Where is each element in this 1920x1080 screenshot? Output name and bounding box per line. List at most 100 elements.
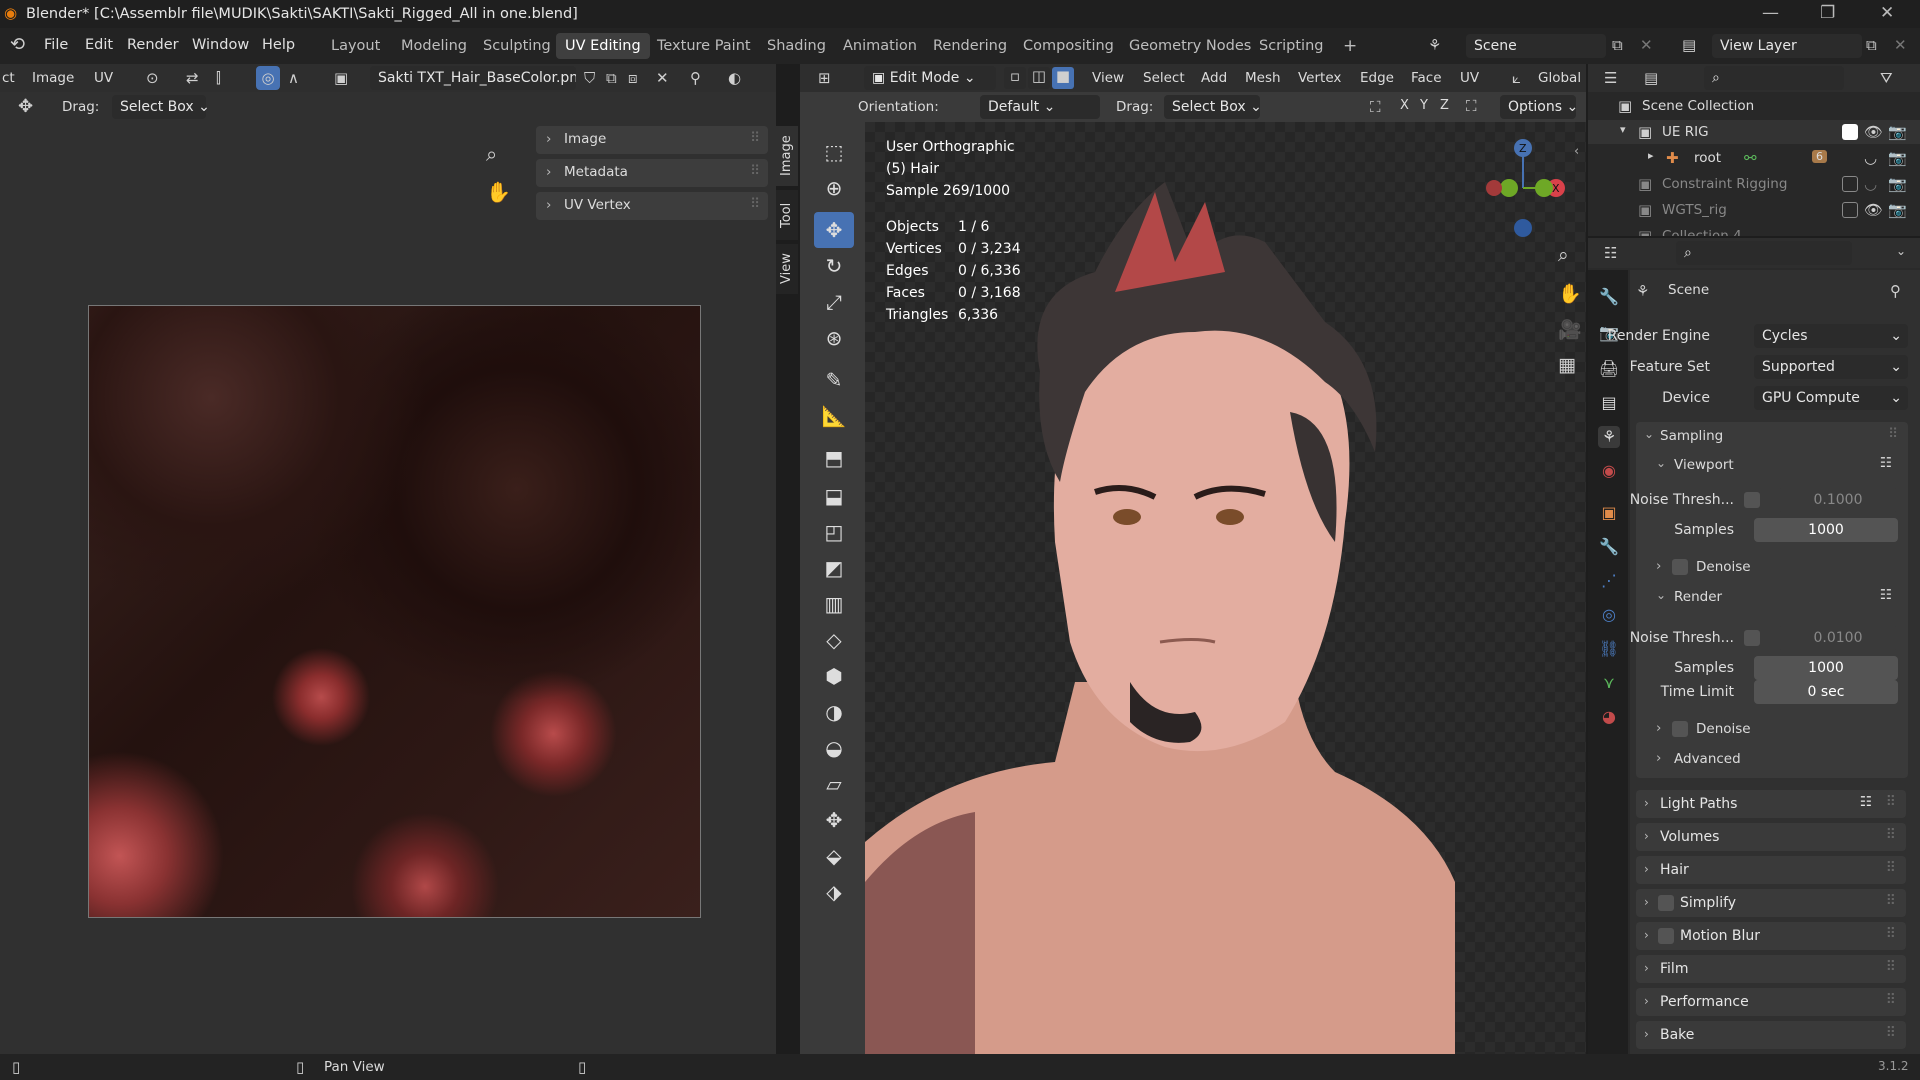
pivot-icon[interactable]: ⊙ [146,69,159,87]
overlay-icon[interactable]: ◐ [728,69,741,87]
panel-image[interactable]: › Image ⠿ [536,126,768,154]
panel-film[interactable]: › Film ⠿ [1636,955,1906,983]
pan-hand-icon[interactable]: ✋ [1558,282,1582,305]
outliner-row[interactable]: ▣ Collection 4 [1588,224,1920,236]
viewport-noise-field[interactable]: 0.1000 [1778,488,1898,512]
viewport-menu-mesh[interactable]: Mesh [1245,70,1281,86]
add-cube-tool[interactable]: ⬒ [814,440,854,476]
axis-z-toggle[interactable]: Z [1440,98,1449,113]
viewport-menu-edge[interactable]: Edge [1360,70,1394,86]
outliner-row[interactable]: ▣ Scene Collection [1588,94,1920,118]
tab-geometry-nodes[interactable]: Geometry Nodes [1120,33,1260,59]
spin-tool[interactable]: ◑ [814,694,854,730]
zoom-icon[interactable]: ⌕ [486,142,497,166]
vertex-select-icon[interactable]: ▫ [1004,67,1026,89]
tab-scripting[interactable]: Scripting [1250,33,1332,59]
move-tool[interactable]: ✥ [814,212,854,248]
snap-icon[interactable]: ⫿ [216,69,221,87]
chevron-right-icon[interactable]: ▸ [1648,149,1654,162]
exclude-checkbox[interactable] [1842,202,1858,218]
device-dropdown[interactable]: GPU Compute ⌄ [1754,386,1908,410]
tool-tab-icon[interactable]: 🔧 [1598,286,1620,308]
tab-uv-editing[interactable]: UV Editing [556,33,650,59]
menu-render[interactable]: Render [127,37,179,53]
exclude-checkbox[interactable] [1842,124,1858,140]
panel-performance[interactable]: › Performance ⠿ [1636,988,1906,1016]
options-dropdown[interactable]: Options ⌄ [1500,95,1578,119]
advanced-row[interactable]: › Advanced [1642,746,1902,772]
eye-icon[interactable]: ◡ [1864,175,1877,193]
particles-tab-icon[interactable]: ⋰ [1598,570,1620,592]
render-subpanel-header[interactable]: ⌄ Render ☷ [1642,584,1902,610]
loop-cut-tool[interactable]: ▥ [814,586,854,622]
grip-icon[interactable]: ⠿ [1886,794,1896,810]
outliner-editor-type-icon[interactable]: ☰ [1604,69,1617,87]
panel-uv-vertex[interactable]: › UV Vertex ⠿ [536,192,768,220]
poly-build-tool[interactable]: ⬢ [814,658,854,694]
chevron-down-icon[interactable]: ⌄ [1896,244,1906,258]
render-samples-field[interactable]: 1000 [1754,656,1898,680]
view-layer-icon[interactable]: ▤ [1682,36,1696,54]
maximize-button[interactable]: ❐ [1820,3,1835,23]
denoise-checkbox[interactable] [1672,559,1688,575]
image-name-field[interactable]: Sakti TXT_Hair_BaseColor.png [370,66,576,90]
world-tab-icon[interactable]: ◉ [1598,460,1620,482]
axis-x-toggle[interactable]: X [1400,98,1409,113]
eye-icon[interactable]: 👁 [1864,123,1883,141]
falloff-icon[interactable]: ∧ [288,69,299,87]
new-image-icon[interactable]: ⧉ [606,69,617,87]
tab-image[interactable]: Image [776,126,798,186]
pin-icon[interactable]: ⚲ [1890,282,1901,300]
viewport-menu-face[interactable]: Face [1411,70,1442,86]
outliner-search-input[interactable]: ⌕ [1704,66,1844,90]
sidebar-toggle-icon[interactable]: ‹ [1574,144,1579,159]
add-workspace-button[interactable]: + [1334,33,1366,59]
pin-icon[interactable]: ⚲ [690,69,701,87]
tab-modeling[interactable]: Modeling [392,33,476,59]
render-noise-field[interactable]: 0.0100 [1778,626,1898,650]
camera-icon[interactable]: 📷 [1888,123,1907,141]
viewport-menu-select[interactable]: Select [1143,70,1185,86]
delete-view-layer-icon[interactable]: ✕ [1894,36,1907,54]
tab-view[interactable]: View [776,244,798,294]
edge-slide-tool[interactable]: ▱ [814,766,854,802]
tab-layout[interactable]: Layout [322,33,389,59]
sampling-header[interactable]: ⌄ Sampling ⠿ [1636,422,1908,450]
render-engine-dropdown[interactable]: Cycles ⌄ [1754,324,1908,348]
viewport-denoise-row[interactable]: › Denoise [1642,554,1902,580]
feature-set-dropdown[interactable]: Supported ⌄ [1754,355,1908,379]
uv-image-menu[interactable]: Image [32,70,74,86]
presets-list-icon[interactable]: ☷ [1880,455,1892,471]
exclude-checkbox[interactable] [1842,176,1858,192]
editor-type-icon[interactable]: ⊞ [818,69,831,87]
orientation-dropdown[interactable]: Default ⌄ [980,95,1100,119]
grip-icon[interactable]: ⠿ [750,163,760,179]
cursor-tool[interactable]: ⊕ [814,170,854,206]
denoise-checkbox[interactable] [1672,721,1688,737]
view-layer-field[interactable]: View Layer [1712,34,1862,58]
zoom-icon[interactable]: ⌕ [1558,244,1569,266]
open-image-icon[interactable]: ⧈ [628,69,638,87]
tab-shading[interactable]: Shading [758,33,835,59]
uv-texture-image[interactable] [88,305,701,918]
new-scene-icon[interactable]: ⧉ [1612,36,1623,54]
rotate-tool[interactable]: ↻ [814,248,854,284]
bevel-tool[interactable]: ◩ [814,550,854,586]
extrude-tool[interactable]: ⬓ [814,478,854,514]
face-select-icon[interactable]: ■ [1052,67,1074,89]
tab-compositing[interactable]: Compositing [1014,33,1123,59]
presets-list-icon[interactable]: ☷ [1880,587,1892,603]
camera-icon[interactable]: 📷 [1888,149,1907,167]
grip-icon[interactable]: ⠿ [1888,426,1898,442]
uv-select-menu[interactable]: ct [2,70,15,86]
menu-file[interactable]: File [44,37,68,53]
scene-tab-icon[interactable]: ⚘ [1598,426,1620,448]
shrink-fatten-tool[interactable]: ✥ [814,802,854,838]
presets-list-icon[interactable]: ☷ [1860,794,1872,810]
grip-icon[interactable]: ⠿ [1886,926,1896,942]
proportional-edit-icon[interactable]: ◎ [256,66,280,90]
eye-icon[interactable]: ◡ [1864,149,1877,167]
viewport-samples-field[interactable]: 1000 [1754,518,1898,542]
grip-icon[interactable]: ⠿ [1886,992,1896,1008]
viewport-noise-checkbox[interactable] [1744,492,1760,508]
